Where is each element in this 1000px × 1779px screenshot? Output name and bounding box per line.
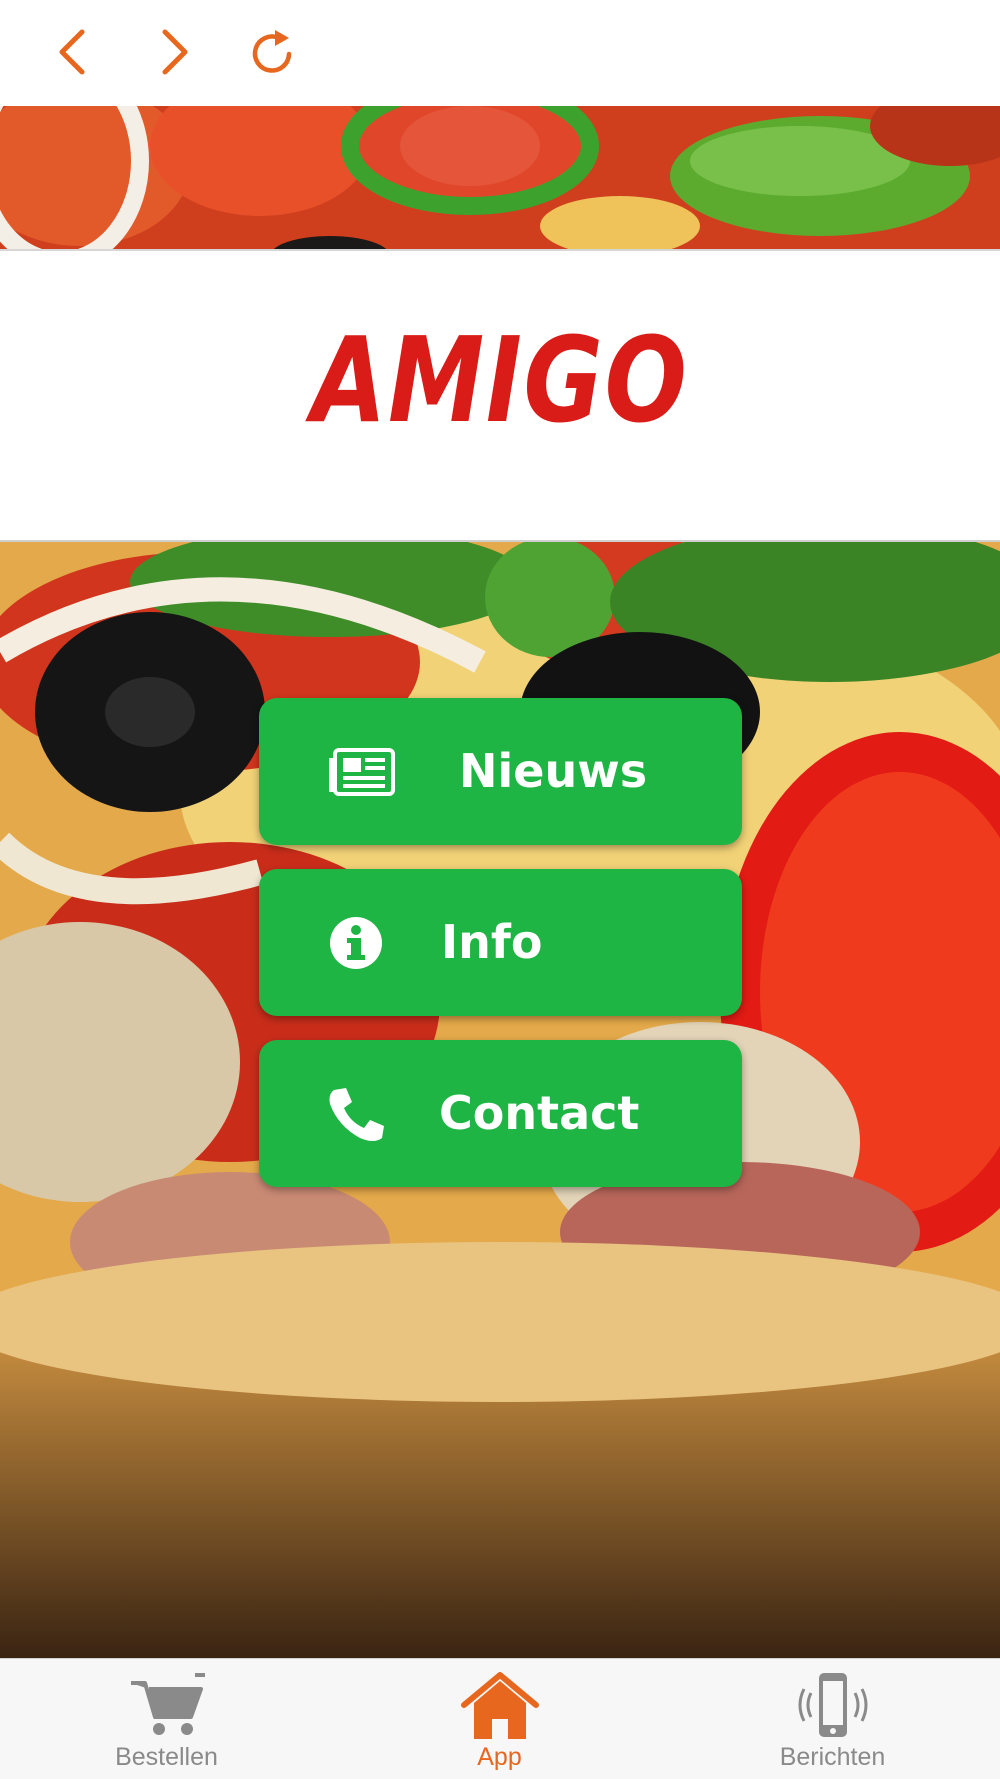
tab-bestellen-label: Bestellen — [115, 1743, 218, 1771]
tab-bestellen[interactable]: Bestellen — [0, 1659, 333, 1779]
tab-berichten[interactable]: Berichten — [666, 1659, 999, 1779]
tab-app[interactable]: App — [333, 1659, 666, 1779]
info-button[interactable]: Info — [259, 869, 742, 1016]
contact-label: Contact — [439, 1086, 640, 1140]
contact-button[interactable]: Contact — [259, 1040, 742, 1187]
chevron-right-icon — [162, 29, 188, 75]
brand-logo: AMIGO — [311, 311, 689, 449]
chevron-left-icon — [59, 29, 85, 75]
bottom-tab-bar: Bestellen App Berichten — [0, 1658, 1000, 1779]
phone-vibrate-icon — [666, 1671, 999, 1741]
home-icon — [333, 1671, 666, 1741]
tab-berichten-label: Berichten — [779, 1743, 886, 1771]
newspaper-icon — [329, 740, 399, 804]
browser-toolbar — [0, 0, 1000, 106]
header-banner-image — [0, 106, 1000, 251]
cart-icon — [0, 1671, 333, 1741]
nieuws-button[interactable]: Nieuws — [259, 698, 742, 845]
forward-button[interactable] — [143, 22, 203, 82]
logo-area: AMIGO — [0, 251, 1000, 541]
phone-icon — [324, 1082, 394, 1146]
reload-button[interactable] — [245, 22, 305, 82]
nieuws-label: Nieuws — [459, 744, 648, 798]
reload-icon — [252, 30, 292, 73]
info-label: Info — [441, 915, 543, 969]
info-circle-icon — [324, 911, 394, 975]
tab-app-label: App — [477, 1743, 522, 1771]
pizza-banner-graphic — [0, 106, 1000, 251]
back-button[interactable] — [44, 22, 104, 82]
